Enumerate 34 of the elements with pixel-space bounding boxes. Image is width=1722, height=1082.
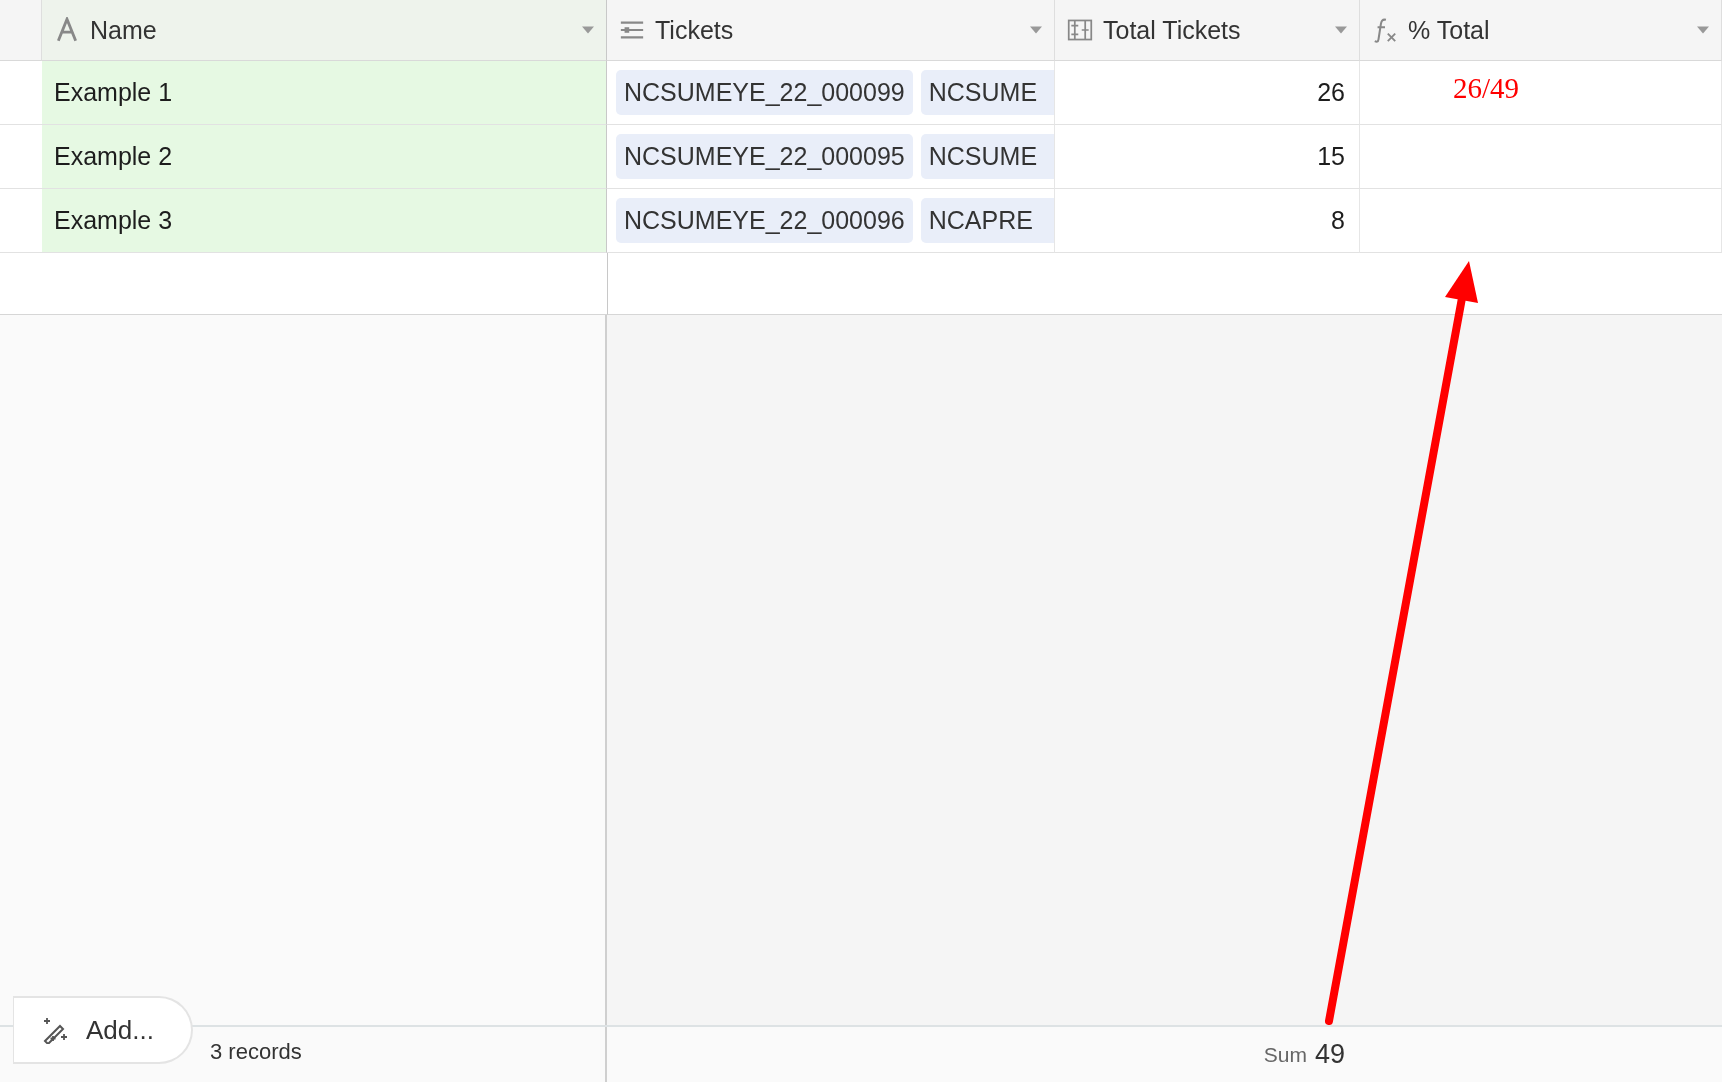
table-cell: Example 1: [42, 61, 607, 125]
count-icon: [1067, 17, 1093, 43]
column-header[interactable]: Tickets: [607, 0, 1055, 61]
column-title: Tickets: [655, 15, 735, 45]
text-type-icon: [54, 17, 80, 43]
annotation-text: 26/49: [1453, 72, 1520, 105]
caret-icon[interactable]: [582, 26, 594, 34]
add-button[interactable]: Add...: [13, 996, 193, 1064]
column-title: Name: [90, 15, 158, 45]
linked-record-chip[interactable]: NCSUME: [920, 70, 1054, 115]
caret-icon[interactable]: [1335, 26, 1347, 34]
column-title: % Total: [1408, 15, 1491, 45]
table-cell: 8: [1055, 189, 1360, 253]
caret-icon[interactable]: [1030, 26, 1042, 34]
header-corner: [0, 0, 42, 61]
summary-label: Sum: [1263, 1042, 1307, 1067]
table-cell: Example 2: [42, 125, 607, 189]
column-title: Total Tickets: [1103, 15, 1242, 45]
linked-record-chip[interactable]: NCSUME: [920, 134, 1054, 179]
magic-wand-icon: [42, 1016, 70, 1044]
linked-record-chip[interactable]: NCSUMEYE_22_000095: [616, 134, 913, 179]
linked-record-chip[interactable]: NCSUMEYE_22_000096: [616, 198, 913, 243]
column-header[interactable]: % Total: [1360, 0, 1722, 61]
summary-value: 49: [1314, 1039, 1345, 1070]
caret-icon[interactable]: [1697, 26, 1709, 34]
table-cell: 26: [1055, 61, 1360, 125]
linked-record-chip[interactable]: NCAPRE: [920, 198, 1054, 243]
column-header[interactable]: Total Tickets: [1055, 0, 1360, 61]
formula-icon: [1372, 17, 1398, 43]
table-cell: Example 3: [42, 189, 607, 253]
record-count: 3 records: [210, 1039, 302, 1065]
linked-record-chip[interactable]: NCSUMEYE_22_000099: [616, 70, 913, 115]
table-cell: 15: [1055, 125, 1360, 189]
column-header[interactable]: Name: [42, 0, 607, 61]
